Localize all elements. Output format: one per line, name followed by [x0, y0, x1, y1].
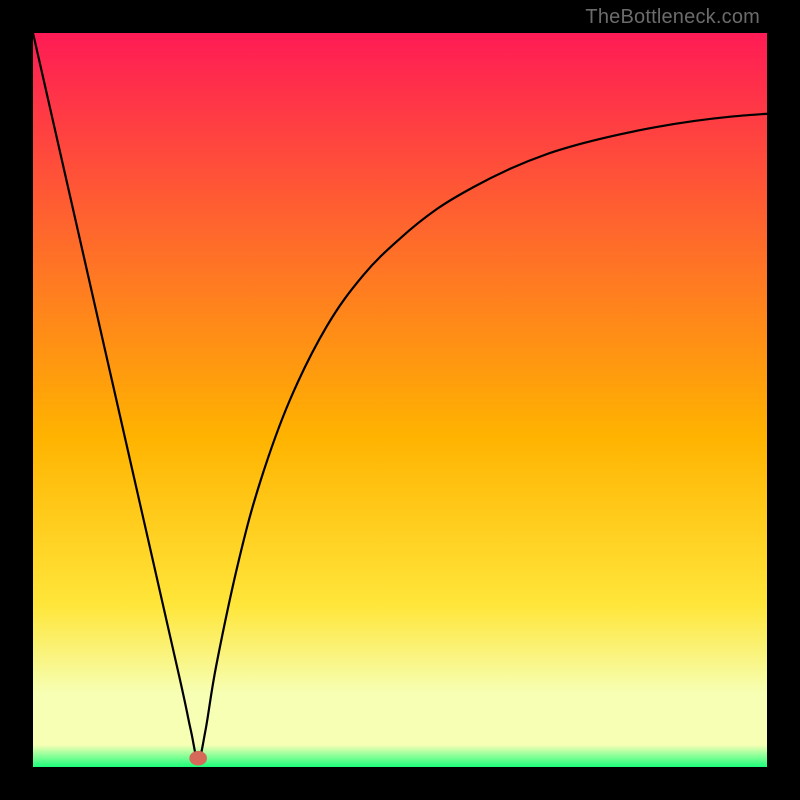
watermark-text: TheBottleneck.com	[585, 6, 760, 29]
optimal-point-marker	[189, 751, 207, 766]
plot-area	[33, 33, 767, 767]
gradient-background	[33, 33, 767, 767]
chart-frame: TheBottleneck.com	[0, 0, 800, 800]
bottleneck-chart	[33, 33, 767, 767]
